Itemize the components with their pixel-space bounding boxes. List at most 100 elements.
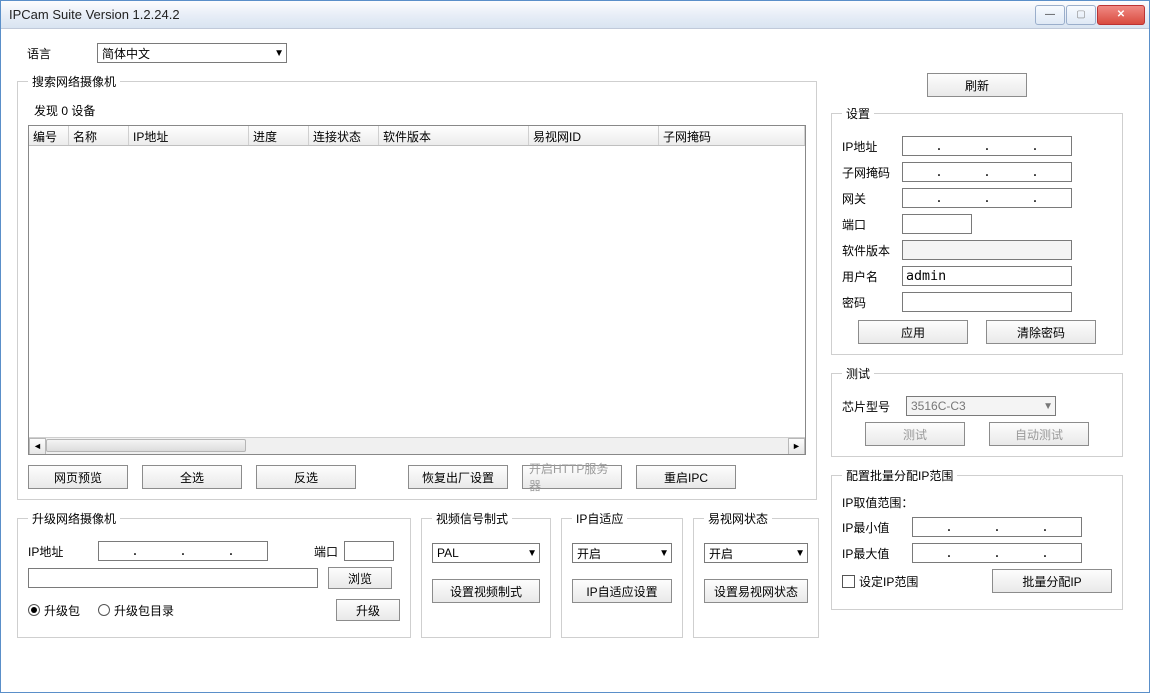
ipauto-fieldset: IP自适应 开启▼ IP自适应设置: [561, 510, 683, 638]
selectall-button[interactable]: 全选: [142, 465, 242, 489]
scroll-thumb[interactable]: [46, 439, 246, 452]
fixip-checkbox[interactable]: 设定IP范围: [842, 573, 918, 590]
close-button[interactable]: ✕: [1097, 5, 1145, 25]
test-fieldset: 测试 芯片型号 3516C-C3▼ 测试 自动测试: [831, 365, 1123, 457]
video-legend: 视频信号制式: [432, 510, 512, 527]
easyview-select[interactable]: 开启▼: [704, 543, 808, 563]
refresh-button[interactable]: 刷新: [927, 73, 1027, 97]
set-gw-input[interactable]: . . .: [902, 188, 1072, 208]
language-row: 语言 简体中文 ▼: [27, 43, 1133, 63]
col-ip[interactable]: IP地址: [129, 126, 249, 145]
invert-button[interactable]: 反选: [256, 465, 356, 489]
iprange-title: IP取值范围：: [842, 494, 1112, 511]
test-legend: 测试: [842, 365, 874, 382]
search-fieldset: 搜索网络摄像机 发现 0 设备 编号 名称 IP地址 进度 连接状态: [17, 73, 817, 500]
upgrade-port-label: 端口: [288, 543, 338, 560]
easyview-legend: 易视网状态: [704, 510, 772, 527]
settings-legend: 设置: [842, 105, 874, 122]
col-index[interactable]: 编号: [29, 126, 69, 145]
easyview-set-button[interactable]: 设置易视网状态: [704, 579, 808, 603]
test-button[interactable]: 测试: [865, 422, 965, 446]
maximize-button[interactable]: ▢: [1066, 5, 1096, 25]
ipmin-input[interactable]: . . .: [912, 517, 1082, 537]
upgrade-path-input[interactable]: [28, 568, 318, 588]
checkbox-icon: [842, 575, 855, 588]
found-line: 发现 0 设备: [34, 102, 806, 119]
ipmax-label: IP最大值: [842, 545, 912, 562]
set-pass-label: 密码: [842, 294, 902, 311]
language-select[interactable]: 简体中文 ▼: [97, 43, 287, 63]
set-mask-label: 子网掩码: [842, 164, 902, 181]
col-easyid[interactable]: 易视网ID: [529, 126, 659, 145]
radio-on-icon: [28, 604, 40, 616]
main-columns: 搜索网络摄像机 发现 0 设备 编号 名称 IP地址 进度 连接状态: [17, 73, 1133, 648]
col-connstate[interactable]: 连接状态: [309, 126, 379, 145]
left-column: 搜索网络摄像机 发现 0 设备 编号 名称 IP地址 进度 连接状态: [17, 73, 817, 648]
pkgdir-radio[interactable]: 升级包目录: [98, 602, 174, 619]
chevron-down-icon: ▼: [659, 548, 669, 559]
scroll-left-icon[interactable]: ◄: [29, 438, 46, 455]
scroll-track[interactable]: [46, 438, 788, 455]
ipauto-legend: IP自适应: [572, 510, 627, 527]
set-port-label: 端口: [842, 216, 902, 233]
apply-button[interactable]: 应用: [858, 320, 968, 344]
set-user-label: 用户名: [842, 268, 902, 285]
preview-button[interactable]: 网页预览: [28, 465, 128, 489]
chevron-down-icon: ▼: [1043, 401, 1053, 412]
language-label: 语言: [27, 45, 97, 62]
col-name[interactable]: 名称: [69, 126, 129, 145]
set-pass-input[interactable]: [902, 292, 1072, 312]
set-port-input[interactable]: [902, 214, 972, 234]
col-swver[interactable]: 软件版本: [379, 126, 529, 145]
video-set-button[interactable]: 设置视频制式: [432, 579, 540, 603]
window-title: IPCam Suite Version 1.2.24.2: [9, 7, 1034, 22]
chip-label: 芯片型号: [842, 398, 906, 415]
browse-button[interactable]: 浏览: [328, 567, 392, 589]
search-button-row: 网页预览 全选 反选 恢复出厂设置 开启HTTP服务器 重启IPC: [28, 465, 806, 489]
ipauto-set-button[interactable]: IP自适应设置: [572, 579, 672, 603]
assignip-button[interactable]: 批量分配IP: [992, 569, 1112, 593]
scroll-right-icon[interactable]: ►: [788, 438, 805, 455]
table-header: 编号 名称 IP地址 进度 连接状态 软件版本 易视网ID 子网掩码: [29, 126, 805, 146]
titlebar: IPCam Suite Version 1.2.24.2 — ▢ ✕: [1, 1, 1149, 29]
upgrade-button[interactable]: 升级: [336, 599, 400, 621]
window-body: 语言 简体中文 ▼ 搜索网络摄像机 发现 0 设备 编号: [1, 29, 1149, 692]
col-mask[interactable]: 子网掩码: [659, 126, 805, 145]
app-window: IPCam Suite Version 1.2.24.2 — ▢ ✕ 语言 简体…: [0, 0, 1150, 693]
ipauto-select[interactable]: 开启▼: [572, 543, 672, 563]
upgrade-port-input[interactable]: [344, 541, 394, 561]
set-mask-input[interactable]: . . .: [902, 162, 1072, 182]
chevron-down-icon: ▼: [795, 548, 805, 559]
clearpw-button[interactable]: 清除密码: [986, 320, 1096, 344]
chip-select[interactable]: 3516C-C3▼: [906, 396, 1056, 416]
right-column: 刷新 设置 IP地址 . . . 子网掩码 . . . 网关 . . . 端口 …: [831, 73, 1123, 648]
col-progress[interactable]: 进度: [249, 126, 309, 145]
ipmax-input[interactable]: . . .: [912, 543, 1082, 563]
reboot-button[interactable]: 重启IPC: [636, 465, 736, 489]
chevron-down-icon: ▼: [274, 48, 284, 59]
upgrade-fieldset: 升级网络摄像机 IP地址 . . . 端口 浏览 升级包: [17, 510, 411, 638]
set-ip-label: IP地址: [842, 138, 902, 155]
autotest-button[interactable]: 自动测试: [989, 422, 1089, 446]
http-button[interactable]: 开启HTTP服务器: [522, 465, 622, 489]
factory-button[interactable]: 恢复出厂设置: [408, 465, 508, 489]
lower-left: 升级网络摄像机 IP地址 . . . 端口 浏览 升级包: [17, 510, 817, 648]
iprange-legend: 配置批量分配IP范围: [842, 467, 957, 484]
search-legend: 搜索网络摄像机: [28, 73, 120, 90]
easyview-fieldset: 易视网状态 开启▼ 设置易视网状态: [693, 510, 819, 638]
upgrade-ip-label: IP地址: [28, 543, 98, 560]
settings-fieldset: 设置 IP地址 . . . 子网掩码 . . . 网关 . . . 端口 软件版…: [831, 105, 1123, 355]
video-select[interactable]: PAL▼: [432, 543, 540, 563]
language-value: 简体中文: [102, 45, 150, 62]
set-user-input[interactable]: [902, 266, 1072, 286]
set-ip-input[interactable]: . . .: [902, 136, 1072, 156]
pkg-radio[interactable]: 升级包: [28, 602, 80, 619]
minimize-button[interactable]: —: [1035, 5, 1065, 25]
hscrollbar[interactable]: ◄ ►: [29, 437, 805, 454]
set-gw-label: 网关: [842, 190, 902, 207]
ipmin-label: IP最小值: [842, 519, 912, 536]
chevron-down-icon: ▼: [527, 548, 537, 559]
upgrade-ip-input[interactable]: . . .: [98, 541, 268, 561]
window-buttons: — ▢ ✕: [1034, 5, 1145, 25]
device-table[interactable]: 编号 名称 IP地址 进度 连接状态 软件版本 易视网ID 子网掩码 ◄: [28, 125, 806, 455]
